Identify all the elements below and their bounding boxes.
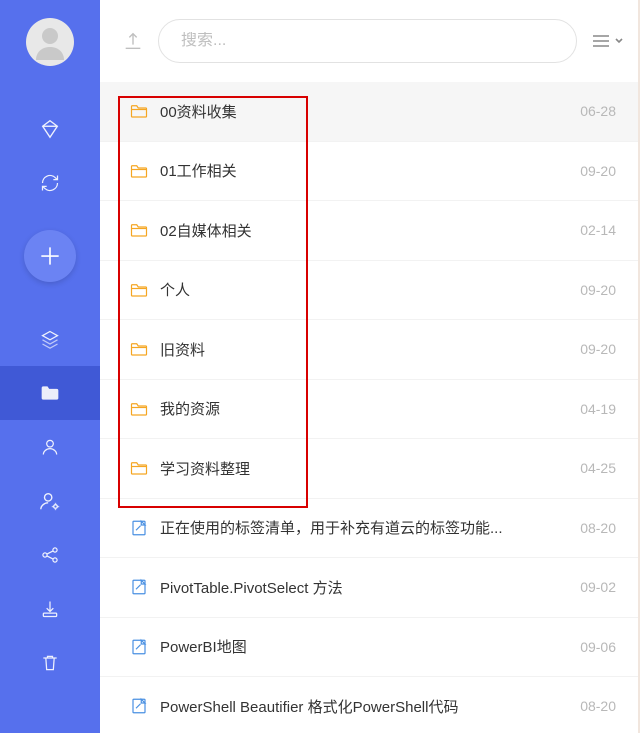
list-item[interactable]: PivotTable.PivotSelect 方法 09-02 (100, 558, 638, 618)
folder-icon (130, 103, 148, 119)
folder-icon (130, 460, 148, 476)
list-item[interactable]: 学习资料整理 04-25 (100, 439, 638, 499)
folder-icon (130, 163, 148, 179)
list-item[interactable]: 正在使用的标签清单，用于补充有道云的标签功能... 08-20 (100, 499, 638, 559)
sidebar-diamond[interactable] (0, 102, 100, 156)
sidebar-layers[interactable] (0, 312, 100, 366)
view-menu-button[interactable] (591, 33, 624, 49)
note-icon (130, 697, 148, 715)
sidebar-sync[interactable] (0, 156, 100, 210)
folder-icon (130, 222, 148, 238)
item-date: 06-28 (580, 103, 616, 119)
topbar (100, 0, 638, 82)
item-date: 09-06 (580, 639, 616, 655)
item-name: 02自媒体相关 (160, 220, 568, 241)
item-name: 旧资料 (160, 339, 568, 360)
item-date: 09-02 (580, 579, 616, 595)
note-icon (130, 519, 148, 537)
item-date: 04-19 (580, 401, 616, 417)
item-name: PowerBI地图 (160, 636, 568, 657)
item-date: 09-20 (580, 341, 616, 357)
sidebar-user[interactable] (0, 420, 100, 474)
upload-icon[interactable] (122, 30, 144, 52)
sidebar-download[interactable] (0, 582, 100, 636)
share-icon (40, 545, 60, 565)
download-icon (40, 599, 60, 619)
item-name: 个人 (160, 279, 568, 300)
item-name: PivotTable.PivotSelect 方法 (160, 577, 568, 598)
diamond-icon (39, 118, 61, 140)
list-item[interactable]: 00资料收集 06-28 (100, 82, 638, 142)
search-input[interactable] (181, 32, 554, 50)
search-box[interactable] (158, 19, 577, 63)
sidebar-share[interactable] (0, 528, 100, 582)
folder-icon (40, 384, 60, 402)
item-name: 00资料收集 (160, 101, 568, 122)
item-date: 09-20 (580, 282, 616, 298)
item-name: 我的资源 (160, 398, 568, 419)
add-button[interactable] (24, 230, 76, 282)
list-item[interactable]: 我的资源 04-19 (100, 380, 638, 440)
list-item[interactable]: 02自媒体相关 02-14 (100, 201, 638, 261)
sidebar-trash[interactable] (0, 636, 100, 690)
item-name: 正在使用的标签清单，用于补充有道云的标签功能... (160, 517, 568, 538)
folder-icon (130, 401, 148, 417)
chevron-down-icon (614, 36, 624, 46)
trash-icon (40, 653, 60, 673)
sync-icon (40, 173, 60, 193)
item-name: 01工作相关 (160, 160, 568, 181)
folder-icon (130, 282, 148, 298)
item-date: 08-20 (580, 520, 616, 536)
list-item[interactable]: 个人 09-20 (100, 261, 638, 321)
user-settings-icon (39, 490, 61, 512)
user-icon (40, 437, 60, 457)
item-name: PowerShell Beautifier 格式化PowerShell代码 (160, 696, 568, 717)
sidebar-user-settings[interactable] (0, 474, 100, 528)
list-item[interactable]: 旧资料 09-20 (100, 320, 638, 380)
avatar[interactable] (26, 18, 74, 66)
sidebar (0, 0, 100, 733)
list-item[interactable]: PowerBI地图 09-06 (100, 618, 638, 678)
item-date: 04-25 (580, 460, 616, 476)
item-date: 08-20 (580, 698, 616, 714)
item-name: 学习资料整理 (160, 458, 568, 479)
user-avatar-icon (30, 22, 70, 62)
main-panel: 00资料收集 06-28 01工作相关 09-20 02自媒体相关 02-14 个人 09-2… (100, 0, 640, 733)
plus-icon (37, 243, 63, 269)
list-item[interactable]: PowerShell Beautifier 格式化PowerShell代码 08-… (100, 677, 638, 733)
note-icon (130, 638, 148, 656)
item-date: 09-20 (580, 163, 616, 179)
folder-icon (130, 341, 148, 357)
list-item[interactable]: 01工作相关 09-20 (100, 142, 638, 202)
note-icon (130, 578, 148, 596)
menu-lines-icon (591, 33, 611, 49)
sidebar-folder[interactable] (0, 366, 100, 420)
file-list: 00资料收集 06-28 01工作相关 09-20 02自媒体相关 02-14 个人 09-2… (100, 82, 638, 733)
layers-icon (40, 329, 60, 349)
item-date: 02-14 (580, 222, 616, 238)
